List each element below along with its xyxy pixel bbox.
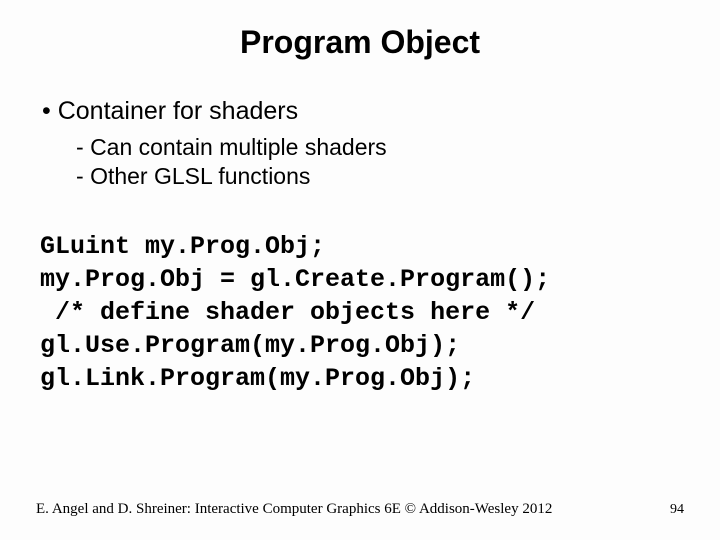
code-block: GLuint my.Prog.Obj; my.Prog.Obj = gl.Cre… bbox=[40, 230, 686, 395]
slide-title: Program Object bbox=[34, 24, 686, 61]
page-number: 94 bbox=[670, 502, 684, 518]
code-line: gl.Link.Program(my.Prog.Obj); bbox=[40, 364, 475, 393]
code-line: /* define shader objects here */ bbox=[40, 298, 535, 327]
slide: Program Object Container for shaders Can… bbox=[0, 0, 720, 540]
slide-footer: E. Angel and D. Shreiner: Interactive Co… bbox=[0, 501, 720, 518]
code-line: my.Prog.Obj = gl.Create.Program(); bbox=[40, 265, 550, 294]
code-line: GLuint my.Prog.Obj; bbox=[40, 232, 325, 261]
code-line: gl.Use.Program(my.Prog.Obj); bbox=[40, 331, 460, 360]
bullet-level2: Other GLSL functions bbox=[76, 162, 686, 191]
bullet-level2: Can contain multiple shaders bbox=[76, 133, 686, 162]
footer-attribution: E. Angel and D. Shreiner: Interactive Co… bbox=[36, 501, 552, 518]
bullet-list: Container for shaders Can contain multip… bbox=[42, 95, 686, 192]
bullet-level1: Container for shaders bbox=[42, 95, 686, 127]
